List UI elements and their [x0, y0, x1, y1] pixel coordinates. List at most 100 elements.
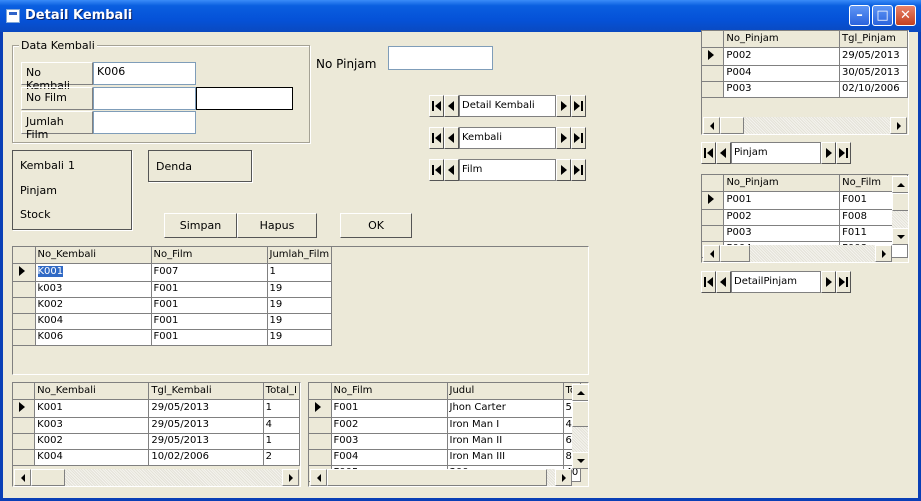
- scroll-down-button[interactable]: [892, 228, 908, 245]
- ok-button[interactable]: OK: [340, 213, 412, 238]
- row-selector[interactable]: [702, 47, 725, 66]
- scroll-right-button[interactable]: [890, 117, 907, 134]
- column-header[interactable]: Tgl_Kembali: [148, 383, 264, 400]
- table-cell[interactable]: P001: [723, 191, 841, 210]
- row-selector[interactable]: [13, 433, 36, 450]
- row-selector[interactable]: [702, 65, 725, 82]
- table-row[interactable]: F001 Jhon Carter 50: [309, 399, 582, 418]
- table-cell[interactable]: P003: [723, 81, 841, 98]
- table-cell[interactable]: 29/05/2013: [148, 433, 264, 450]
- table-cell[interactable]: k003: [35, 281, 152, 298]
- scroll-thumb[interactable]: [572, 401, 588, 427]
- table-cell[interactable]: K004: [35, 313, 152, 330]
- grid-kembali[interactable]: No_Kembali Tgl_Kembali Total_I K001 29/0…: [12, 382, 301, 487]
- table-cell[interactable]: 1: [263, 399, 300, 418]
- scroll-up-button[interactable]: [572, 384, 588, 401]
- scroll-right-button[interactable]: [282, 469, 299, 486]
- scroll-right-button[interactable]: [555, 469, 572, 486]
- no-film-input[interactable]: [93, 87, 196, 110]
- close-button[interactable]: ✕: [895, 5, 916, 26]
- table-cell[interactable]: K004: [34, 449, 150, 466]
- next-record-button[interactable]: [821, 271, 836, 293]
- column-header[interactable]: Total_I: [263, 383, 300, 400]
- table-cell[interactable]: 29/05/2013: [148, 399, 264, 418]
- table-row[interactable]: F002 Iron Man I 40: [309, 417, 582, 434]
- column-header[interactable]: Tgl_Pinjam: [839, 31, 908, 48]
- next-record-button[interactable]: [556, 159, 571, 181]
- table-cell[interactable]: F004: [331, 449, 448, 466]
- grid-film[interactable]: No_Film Judul To F001 Jhon Carter 50 F00…: [308, 382, 589, 487]
- table-cell[interactable]: K001: [34, 399, 150, 418]
- scroll-thumb[interactable]: [892, 193, 908, 211]
- hapus-button[interactable]: Hapus: [237, 213, 317, 238]
- next-record-button[interactable]: [556, 127, 571, 149]
- simpan-button[interactable]: Simpan: [164, 213, 237, 238]
- row-selector[interactable]: [13, 399, 36, 418]
- table-cell[interactable]: P002: [723, 209, 841, 226]
- row-selector[interactable]: [309, 417, 332, 434]
- table-cell[interactable]: F007: [151, 263, 268, 282]
- scroll-left-button[interactable]: [310, 469, 327, 486]
- column-header[interactable]: Jumlah_Film: [267, 247, 333, 264]
- table-row[interactable]: P004 30/05/2013: [702, 65, 908, 82]
- table-cell[interactable]: P004: [723, 65, 841, 82]
- table-cell[interactable]: 2: [263, 449, 300, 466]
- table-cell[interactable]: F001: [331, 399, 448, 418]
- row-selector[interactable]: [702, 225, 725, 242]
- maximize-button[interactable]: □: [872, 5, 893, 26]
- row-selector[interactable]: [13, 449, 36, 466]
- row-selector[interactable]: [13, 329, 36, 346]
- column-header[interactable]: No_Kembali: [34, 383, 150, 400]
- table-cell[interactable]: Jhon Carter: [447, 399, 564, 418]
- table-row[interactable]: F003 Iron Man II 60: [309, 433, 582, 450]
- scroll-down-button[interactable]: [572, 452, 588, 469]
- table-cell[interactable]: 19: [267, 297, 333, 314]
- row-selector[interactable]: [13, 297, 36, 314]
- table-cell[interactable]: 19: [267, 281, 333, 298]
- column-header[interactable]: No_Film: [151, 247, 268, 264]
- table-cell[interactable]: 4: [263, 417, 300, 434]
- table-cell[interactable]: K001: [35, 263, 152, 282]
- table-cell[interactable]: Iron Man II: [447, 433, 564, 450]
- no-film-extra-input[interactable]: [196, 87, 293, 110]
- table-cell[interactable]: Iron Man I: [447, 417, 564, 434]
- table-cell[interactable]: K002: [35, 297, 152, 314]
- table-cell[interactable]: 19: [267, 329, 333, 346]
- scroll-thumb[interactable]: [720, 117, 744, 134]
- scroll-thumb[interactable]: [720, 245, 750, 262]
- scroll-thumb[interactable]: [327, 469, 547, 486]
- row-selector[interactable]: [309, 399, 332, 418]
- prev-record-button[interactable]: [444, 159, 459, 181]
- column-header[interactable]: No_Pinjam: [723, 31, 841, 48]
- table-row[interactable]: P003 02/10/2006: [702, 81, 908, 98]
- first-record-button[interactable]: [701, 142, 716, 164]
- table-cell[interactable]: F001: [151, 297, 268, 314]
- table-row[interactable]: K006 F001 19: [13, 329, 333, 346]
- scroll-up-button[interactable]: [892, 176, 908, 193]
- prev-record-button[interactable]: [716, 271, 731, 293]
- row-selector[interactable]: [13, 263, 36, 282]
- horizontal-scrollbar[interactable]: [310, 469, 572, 486]
- row-selector[interactable]: [309, 449, 332, 466]
- table-cell[interactable]: P002: [723, 47, 841, 66]
- table-row[interactable]: P001 F001: [702, 191, 908, 210]
- scroll-right-button[interactable]: [875, 245, 892, 262]
- horizontal-scrollbar[interactable]: [703, 245, 892, 262]
- row-selector[interactable]: [702, 81, 725, 98]
- column-header[interactable]: No_Film: [331, 383, 448, 400]
- horizontal-scrollbar[interactable]: [14, 469, 299, 486]
- table-row[interactable]: K004 F001 19: [13, 313, 333, 330]
- next-record-button[interactable]: [821, 142, 836, 164]
- last-record-button[interactable]: [836, 142, 851, 164]
- row-selector[interactable]: [13, 417, 36, 434]
- table-row[interactable]: P003 F011: [702, 225, 908, 242]
- table-cell[interactable]: 30/05/2013: [839, 65, 908, 82]
- grid-pinjam[interactable]: No_Pinjam Tgl_Pinjam P002 29/05/2013 P00…: [701, 30, 909, 135]
- first-record-button[interactable]: [429, 127, 444, 149]
- prev-record-button[interactable]: [444, 127, 459, 149]
- table-cell[interactable]: 02/10/2006: [839, 81, 908, 98]
- row-selector[interactable]: [13, 313, 36, 330]
- table-cell[interactable]: F001: [151, 313, 268, 330]
- table-row[interactable]: F004 Iron Man III 80: [309, 449, 582, 466]
- title-bar[interactable]: Detail Kembali – □ ✕: [0, 0, 921, 32]
